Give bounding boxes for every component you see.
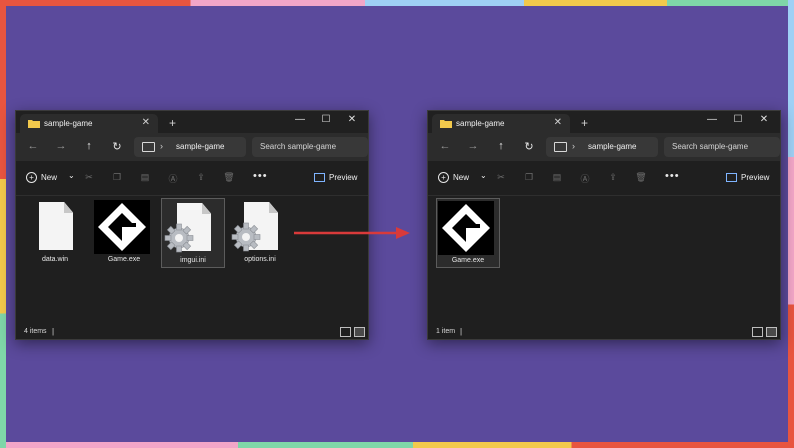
search-input[interactable]: Search sample-game — [252, 137, 368, 157]
delete-icon[interactable]: 🗑 — [223, 172, 235, 183]
paste-icon[interactable]: ▤ — [551, 172, 563, 183]
rename-icon[interactable]: Ⓐ — [167, 172, 179, 185]
large-icons-view-button[interactable] — [354, 327, 365, 337]
left-explorer-window: sample-game ✕ + — ☐ ✕ ← → ↑ ↻ › sample-g… — [15, 110, 369, 340]
close-window-button[interactable]: ✕ — [345, 114, 359, 125]
tab-close-icon[interactable]: ✕ — [142, 117, 150, 128]
more-options-icon[interactable]: ••• — [253, 170, 268, 182]
up-icon[interactable]: ↑ — [82, 140, 96, 152]
search-placeholder: Search sample-game — [672, 142, 749, 151]
title-bar: sample-game ✕ + — ☐ ✕ — [428, 111, 780, 133]
back-icon[interactable]: ← — [26, 140, 40, 152]
address-bar[interactable]: › sample-game — [546, 137, 658, 157]
tab-title: sample-game — [44, 119, 93, 128]
file-name: data.win — [41, 256, 69, 263]
back-icon[interactable]: ← — [438, 140, 452, 152]
paste-icon[interactable]: ▤ — [139, 172, 151, 183]
close-window-button[interactable]: ✕ — [757, 114, 771, 125]
right-explorer-window: sample-game ✕ + — ☐ ✕ ← → ↑ ↻ › sample-g… — [427, 110, 781, 340]
this-pc-icon — [142, 142, 155, 152]
frame-stripe-right — [788, 0, 794, 448]
file-item-options-ini[interactable]: options.ini — [229, 198, 291, 266]
gamemaker-icon — [438, 201, 494, 255]
copy-icon[interactable]: ❐ — [111, 172, 123, 183]
gear-icon — [164, 223, 194, 253]
file-item-game-exe[interactable]: Game.exe — [436, 198, 500, 268]
new-tab-button[interactable]: + — [581, 116, 588, 130]
more-options-icon[interactable]: ••• — [665, 170, 680, 182]
status-separator: | — [460, 327, 463, 336]
folder-icon — [28, 120, 40, 128]
copy-icon[interactable]: ❐ — [523, 172, 535, 183]
maximize-button[interactable]: ☐ — [319, 114, 333, 125]
preview-pane-icon — [726, 173, 737, 182]
file-name: Game.exe — [451, 257, 485, 264]
chevron-right-icon: › — [160, 141, 163, 151]
file-list: Game.exe — [428, 196, 780, 325]
cut-icon[interactable]: ✂ — [83, 172, 95, 183]
new-label: New — [41, 173, 58, 182]
maximize-button[interactable]: ☐ — [731, 114, 745, 125]
search-input[interactable]: Search sample-game — [664, 137, 780, 157]
file-name: options.ini — [244, 256, 276, 263]
new-plus-icon: + — [438, 172, 449, 183]
minimize-button[interactable]: — — [705, 114, 719, 125]
forward-icon[interactable]: → — [54, 140, 68, 152]
file-item-imgui-ini[interactable]: imgui.ini — [161, 198, 225, 268]
status-bar: 4 items | — [16, 325, 368, 339]
address-text: sample-game — [588, 142, 637, 151]
chevron-right-icon: › — [572, 141, 575, 151]
gear-icon — [231, 222, 261, 252]
file-list: data.win Game.exe imgui.ini options.ini — [16, 196, 368, 325]
gamemaker-icon — [94, 200, 150, 254]
search-placeholder: Search sample-game — [260, 142, 337, 151]
file-name: Game.exe — [107, 256, 141, 263]
tab-sample-game[interactable]: sample-game ✕ — [432, 114, 570, 133]
cut-icon[interactable]: ✂ — [495, 172, 507, 183]
share-icon[interactable]: ⇪ — [607, 172, 619, 183]
arrow-right-icon — [294, 227, 410, 239]
preview-pane-icon — [314, 173, 325, 182]
refresh-icon[interactable]: ↻ — [110, 140, 124, 153]
rename-icon[interactable]: Ⓐ — [579, 172, 591, 185]
frame-stripe-bottom — [0, 442, 794, 448]
title-bar: sample-game ✕ + — ☐ ✕ — [16, 111, 368, 133]
tab-title: sample-game — [456, 119, 505, 128]
tab-close-icon[interactable]: ✕ — [554, 117, 562, 128]
new-label: New — [453, 173, 470, 182]
new-chevron-icon: ⌄ — [480, 171, 487, 180]
details-view-button[interactable] — [752, 327, 763, 337]
details-view-button[interactable] — [340, 327, 351, 337]
preview-label: Preview — [329, 173, 358, 182]
large-icons-view-button[interactable] — [766, 327, 777, 337]
this-pc-icon — [554, 142, 567, 152]
file-item-data-win[interactable]: data.win — [24, 198, 86, 266]
share-icon[interactable]: ⇪ — [195, 172, 207, 183]
status-separator: | — [52, 327, 55, 336]
address-text: sample-game — [176, 142, 225, 151]
frame-stripe-left — [0, 0, 6, 448]
forward-icon[interactable]: → — [466, 140, 480, 152]
tab-sample-game[interactable]: sample-game ✕ — [20, 114, 158, 133]
new-tab-button[interactable]: + — [169, 116, 176, 130]
item-count: 4 items — [24, 328, 47, 335]
new-chevron-icon: ⌄ — [68, 171, 75, 180]
file-name: imgui.ini — [180, 257, 206, 264]
folder-icon — [440, 120, 452, 128]
command-bar: + New ⌄ ✂ ❐ ▤ Ⓐ ⇪ 🗑 ••• Preview — [16, 161, 368, 196]
new-plus-icon: + — [26, 172, 37, 183]
navigation-bar: ← → ↑ ↻ › sample-game Search sample-game — [428, 133, 780, 161]
file-item-game-exe[interactable]: Game.exe — [93, 198, 155, 266]
minimize-button[interactable]: — — [293, 114, 307, 125]
preview-label: Preview — [741, 173, 770, 182]
delete-icon[interactable]: 🗑 — [635, 172, 647, 183]
address-bar[interactable]: › sample-game — [134, 137, 246, 157]
frame-stripe-top — [0, 0, 794, 6]
status-bar: 1 item | — [428, 325, 780, 339]
refresh-icon[interactable]: ↻ — [522, 140, 536, 153]
up-icon[interactable]: ↑ — [494, 140, 508, 152]
item-count: 1 item — [436, 328, 456, 335]
command-bar: + New ⌄ ✂ ❐ ▤ Ⓐ ⇪ 🗑 ••• Preview — [428, 161, 780, 196]
navigation-bar: ← → ↑ ↻ › sample-game Search sample-game — [16, 133, 368, 161]
